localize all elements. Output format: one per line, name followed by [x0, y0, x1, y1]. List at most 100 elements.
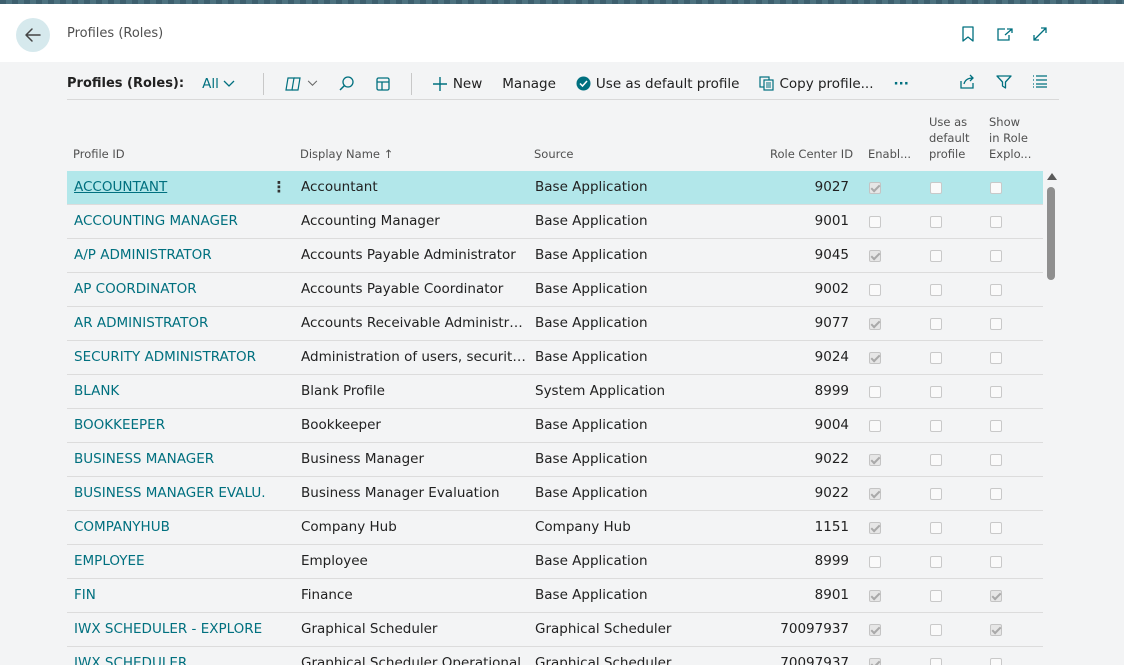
enabled-checkbox[interactable] [869, 182, 881, 194]
show-in-role-explorer-checkbox[interactable] [990, 250, 1002, 262]
profile-id-link[interactable]: COMPANYHUB [74, 511, 266, 544]
table-row[interactable]: SECURITY ADMINISTRATOR Administration of … [67, 341, 1043, 375]
more-options-button[interactable]: ··· [894, 76, 909, 92]
table-row[interactable]: AP COORDINATOR Accounts Payable Coordinat… [67, 273, 1043, 307]
use-as-default-checkbox[interactable] [930, 216, 942, 228]
share-button[interactable] [959, 74, 976, 90]
show-in-role-explorer-checkbox[interactable] [990, 658, 1002, 665]
profile-id-link[interactable]: BUSINESS MANAGER EVALU... [74, 477, 266, 510]
use-as-default-checkbox[interactable] [930, 590, 942, 602]
enabled-checkbox[interactable] [869, 590, 881, 602]
enabled-checkbox[interactable] [869, 318, 881, 330]
show-in-role-explorer-checkbox[interactable] [990, 216, 1002, 228]
table-row[interactable]: A/P ADMINISTRATOR Accounts Payable Admini… [67, 239, 1043, 273]
copilot-dropdown[interactable] [284, 76, 318, 92]
use-as-default-checkbox[interactable] [930, 658, 942, 665]
profile-id-link[interactable]: FIN [74, 579, 266, 612]
manage-button[interactable]: Manage [502, 76, 556, 92]
show-in-role-explorer-checkbox[interactable] [990, 454, 1002, 466]
search-button[interactable] [338, 75, 355, 92]
enabled-checkbox[interactable] [869, 216, 881, 228]
enabled-checkbox[interactable] [869, 522, 881, 534]
use-as-default-checkbox[interactable] [930, 386, 942, 398]
profile-id-link[interactable]: BLANK [74, 375, 266, 408]
show-in-role-explorer-checkbox[interactable] [990, 420, 1002, 432]
profile-id-link[interactable]: SECURITY ADMINISTRATOR [74, 341, 266, 374]
show-in-role-explorer-checkbox[interactable] [990, 386, 1002, 398]
use-as-default-checkbox[interactable] [930, 454, 942, 466]
table-row[interactable]: ACCOUNTANT ⋮ Accountant Base Application 902… [67, 171, 1043, 205]
profile-id-link[interactable]: EMPLOYEE [74, 545, 266, 578]
expand-button[interactable] [1030, 24, 1050, 44]
show-in-role-explorer-checkbox[interactable] [990, 522, 1002, 534]
table-row[interactable]: BUSINESS MANAGER Business Manager Base App… [67, 443, 1043, 477]
column-header-source[interactable]: Source [534, 146, 574, 162]
enabled-checkbox[interactable] [869, 454, 881, 466]
column-header-role-center-id[interactable]: Role Center ID [770, 146, 853, 162]
table-row[interactable]: BOOKKEEPER Bookkeeper Base Application 9004 [67, 409, 1043, 443]
new-button[interactable]: New [432, 76, 482, 92]
table-row[interactable]: BUSINESS MANAGER EVALU... Business Manage… [67, 477, 1043, 511]
profile-id-link[interactable]: AP COORDINATOR [74, 273, 266, 306]
enabled-checkbox[interactable] [869, 386, 881, 398]
enabled-checkbox[interactable] [869, 284, 881, 296]
table-row[interactable]: IWX SCHEDULER Graphical Scheduler Operati… [67, 647, 1043, 665]
use-as-default-checkbox[interactable] [930, 488, 942, 500]
show-in-role-explorer-checkbox[interactable] [990, 284, 1002, 296]
enabled-checkbox[interactable] [869, 250, 881, 262]
column-header-display-name[interactable]: Display Name ↑ [300, 146, 393, 162]
show-in-role-explorer-checkbox[interactable] [990, 488, 1002, 500]
show-in-role-explorer-checkbox[interactable] [990, 624, 1002, 636]
copy-profile-button[interactable]: Copy profile... [759, 76, 874, 92]
filter-button[interactable] [996, 74, 1012, 90]
column-header-enabled[interactable]: Enabl... [868, 146, 911, 162]
profile-id-link[interactable]: A/P ADMINISTRATOR [74, 239, 266, 272]
use-as-default-profile-button[interactable]: Use as default profile [576, 76, 739, 92]
enabled-checkbox[interactable] [869, 420, 881, 432]
use-as-default-checkbox[interactable] [930, 284, 942, 296]
scroll-up-arrow[interactable] [1047, 173, 1057, 180]
enabled-checkbox[interactable] [869, 488, 881, 500]
show-in-role-explorer-checkbox[interactable] [990, 352, 1002, 364]
use-as-default-checkbox[interactable] [930, 556, 942, 568]
table-row[interactable]: BLANK Blank Profile System Application 8999 [67, 375, 1043, 409]
view-filter-dropdown[interactable]: All [202, 76, 235, 92]
table-row[interactable]: COMPANYHUB Company Hub Company Hub 1151 [67, 511, 1043, 545]
edit-list-button[interactable] [375, 76, 391, 92]
profile-id-link[interactable]: ACCOUNTING MANAGER [74, 205, 266, 238]
column-header-show-in-role-explorer[interactable]: Show in Role Explo... [989, 114, 1031, 162]
profile-id-link[interactable]: BUSINESS MANAGER [74, 443, 266, 476]
enabled-checkbox[interactable] [869, 556, 881, 568]
column-header-use-as-default[interactable]: Use as default profile [929, 114, 969, 162]
back-button[interactable] [16, 18, 50, 52]
profile-id-link[interactable]: IWX SCHEDULER [74, 647, 266, 665]
enabled-checkbox[interactable] [869, 658, 881, 665]
profile-id-link[interactable]: ACCOUNTANT [74, 171, 266, 204]
use-as-default-checkbox[interactable] [930, 352, 942, 364]
use-as-default-checkbox[interactable] [930, 420, 942, 432]
table-row[interactable]: IWX SCHEDULER - EXPLORE ... Graphical Sch… [67, 613, 1043, 647]
use-as-default-checkbox[interactable] [930, 522, 942, 534]
show-in-role-explorer-checkbox[interactable] [990, 318, 1002, 330]
show-in-role-explorer-checkbox[interactable] [990, 556, 1002, 568]
table-row[interactable]: EMPLOYEE Employee Base Application 8999 [67, 545, 1043, 579]
enabled-checkbox[interactable] [869, 352, 881, 364]
use-as-default-checkbox[interactable] [930, 318, 942, 330]
show-in-role-explorer-checkbox[interactable] [990, 590, 1002, 602]
use-as-default-checkbox[interactable] [930, 624, 942, 636]
table-row[interactable]: FIN Finance Base Application 8901 [67, 579, 1043, 613]
profile-id-link[interactable]: AR ADMINISTRATOR [74, 307, 266, 340]
show-in-role-explorer-checkbox[interactable] [990, 182, 1002, 194]
use-as-default-checkbox[interactable] [930, 182, 942, 194]
profile-id-link[interactable]: IWX SCHEDULER - EXPLORE ... [74, 613, 266, 646]
column-header-profile-id[interactable]: Profile ID [73, 146, 125, 162]
enabled-checkbox[interactable] [869, 624, 881, 636]
open-new-window-button[interactable] [994, 24, 1014, 44]
scrollbar-thumb[interactable] [1047, 187, 1055, 280]
use-as-default-checkbox[interactable] [930, 250, 942, 262]
bookmark-button[interactable] [958, 24, 978, 44]
table-row[interactable]: AR ADMINISTRATOR Accounts Receivable Admi… [67, 307, 1043, 341]
list-view-button[interactable] [1032, 74, 1048, 88]
row-actions-menu[interactable]: ⋮ [267, 171, 291, 204]
table-row[interactable]: ACCOUNTING MANAGER Accounting Manager Base… [67, 205, 1043, 239]
